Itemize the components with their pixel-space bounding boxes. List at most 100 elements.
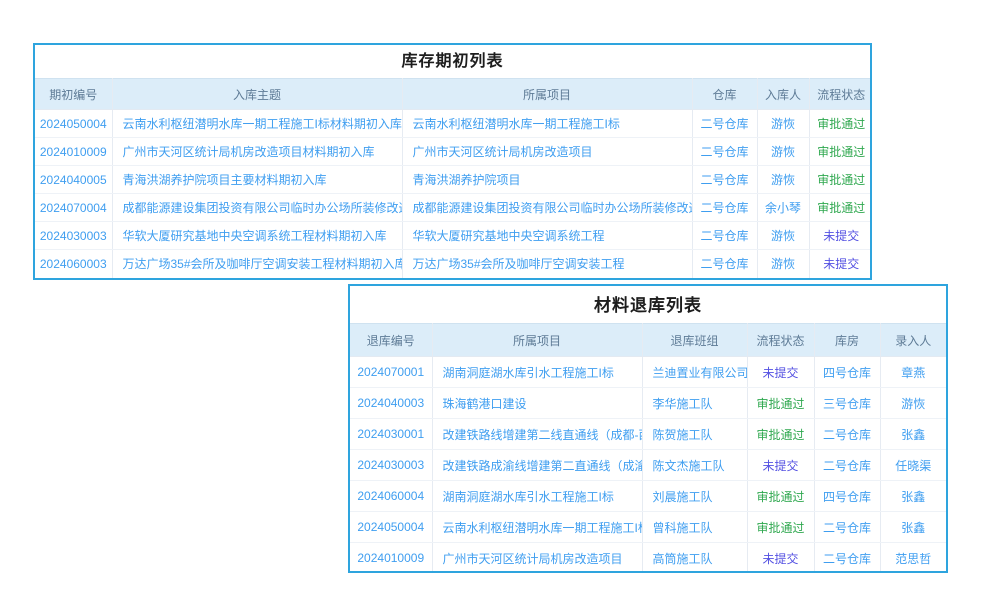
table-row: 2024060004湖南洞庭湖水库引水工程施工I标刘晨施工队审批通过四号仓库张鑫 [350, 481, 946, 512]
table-cell-link[interactable]: 二号仓库 [692, 138, 757, 166]
material-return-title: 材料退库列表 [350, 286, 946, 323]
table-cell-link[interactable]: 2024070001 [350, 357, 432, 388]
table-cell-link[interactable]: 二号仓库 [814, 543, 880, 574]
status-badge: 未提交 [747, 450, 814, 481]
table-cell-link[interactable]: 游恢 [757, 250, 809, 278]
status-badge: 未提交 [747, 543, 814, 574]
table-row: 2024010009广州市天河区统计局机房改造项目材料期初入库广州市天河区统计局… [35, 138, 872, 166]
table-cell-link[interactable]: 2024040003 [350, 388, 432, 419]
initial-inventory-panel: 库存期初列表 期初编号入库主题所属项目仓库入库人流程状态2024050004云南… [33, 43, 872, 280]
table-row: 2024030003改建铁路成渝线增建第二直通线（成渝...陈文杰施工队未提交二… [350, 450, 946, 481]
table-cell-link[interactable]: 章燕 [880, 357, 946, 388]
table-cell-link[interactable]: 刘晨施工队 [642, 481, 747, 512]
table-row: 2024030001改建铁路线增建第二线直通线（成都-西...陈贺施工队审批通过… [350, 419, 946, 450]
table-cell-link[interactable]: 万达广场35#会所及咖啡厅空调安装工程材料期初入库 [112, 250, 402, 278]
status-badge: 未提交 [747, 357, 814, 388]
status-badge: 审批通过 [809, 166, 872, 194]
column-header: 退库编号 [350, 324, 432, 357]
table-cell-link[interactable]: 改建铁路成渝线增建第二直通线（成渝... [432, 450, 642, 481]
table-cell-link[interactable]: 二号仓库 [814, 419, 880, 450]
table-cell-link[interactable]: 广州市天河区统计局机房改造项目 [402, 138, 692, 166]
table-cell-link[interactable]: 陈贺施工队 [642, 419, 747, 450]
status-badge: 审批通过 [747, 388, 814, 419]
material-return-table: 退库编号所属项目退库班组流程状态库房录入人2024070001湖南洞庭湖水库引水… [350, 323, 946, 573]
table-cell-link[interactable]: 兰迪置业有限公司 [642, 357, 747, 388]
table-cell-link[interactable]: 云南水利枢纽潜明水库一期工程施工I标 [402, 110, 692, 138]
table-cell-link[interactable]: 青海洪湖养护院项目 [402, 166, 692, 194]
table-row: 2024040003珠海鹤港口建设李华施工队审批通过三号仓库游恢 [350, 388, 946, 419]
table-cell-link[interactable]: 青海洪湖养护院项目主要材料期初入库 [112, 166, 402, 194]
table-cell-link[interactable]: 广州市天河区统计局机房改造项目材料期初入库 [112, 138, 402, 166]
table-cell-link[interactable]: 余小琴 [757, 194, 809, 222]
table-cell-link[interactable]: 湖南洞庭湖水库引水工程施工I标 [432, 481, 642, 512]
table-cell-link[interactable]: 游恢 [757, 110, 809, 138]
table-cell-link[interactable]: 万达广场35#会所及咖啡厅空调安装工程 [402, 250, 692, 278]
table-cell-link[interactable]: 改建铁路线增建第二线直通线（成都-西... [432, 419, 642, 450]
table-row: 2024010009广州市天河区统计局机房改造项目高筒施工队未提交二号仓库范思哲 [350, 543, 946, 574]
column-header: 退库班组 [642, 324, 747, 357]
column-header: 期初编号 [35, 79, 112, 110]
table-cell-link[interactable]: 2024030003 [35, 222, 112, 250]
table-cell-link[interactable]: 2024050004 [35, 110, 112, 138]
table-cell-link[interactable]: 游恢 [757, 166, 809, 194]
table-cell-link[interactable]: 云南水利枢纽潜明水库一期工程施工I标材料期初入库 [112, 110, 402, 138]
column-header: 录入人 [880, 324, 946, 357]
table-cell-link[interactable]: 范思哲 [880, 543, 946, 574]
table-cell-link[interactable]: 张鑫 [880, 512, 946, 543]
status-badge: 审批通过 [809, 110, 872, 138]
status-badge: 审批通过 [747, 512, 814, 543]
table-cell-link[interactable]: 四号仓库 [814, 357, 880, 388]
status-badge: 审批通过 [747, 419, 814, 450]
table-cell-link[interactable]: 2024050004 [350, 512, 432, 543]
header-row: 退库编号所属项目退库班组流程状态库房录入人 [350, 324, 946, 357]
table-cell-link[interactable]: 二号仓库 [814, 512, 880, 543]
table-cell-link[interactable]: 二号仓库 [692, 110, 757, 138]
column-header: 仓库 [692, 79, 757, 110]
table-cell-link[interactable]: 2024010009 [35, 138, 112, 166]
status-badge: 审批通过 [747, 481, 814, 512]
table-cell-link[interactable]: 陈文杰施工队 [642, 450, 747, 481]
table-row: 2024040005青海洪湖养护院项目主要材料期初入库青海洪湖养护院项目二号仓库… [35, 166, 872, 194]
table-cell-link[interactable]: 2024040005 [35, 166, 112, 194]
column-header: 所属项目 [402, 79, 692, 110]
table-cell-link[interactable]: 李华施工队 [642, 388, 747, 419]
table-cell-link[interactable]: 张鑫 [880, 419, 946, 450]
table-cell-link[interactable]: 张鑫 [880, 481, 946, 512]
table-cell-link[interactable]: 四号仓库 [814, 481, 880, 512]
table-cell-link[interactable]: 2024030003 [350, 450, 432, 481]
column-header: 入库人 [757, 79, 809, 110]
table-cell-link[interactable]: 曾科施工队 [642, 512, 747, 543]
table-cell-link[interactable]: 二号仓库 [814, 450, 880, 481]
material-return-panel: 材料退库列表 退库编号所属项目退库班组流程状态库房录入人2024070001湖南… [348, 284, 948, 573]
table-cell-link[interactable]: 成都能源建设集团投资有限公司临时办公场所装修改造工程EPC... [112, 194, 402, 222]
status-badge: 未提交 [809, 222, 872, 250]
table-cell-link[interactable]: 华软大厦研究基地中央空调系统工程 [402, 222, 692, 250]
table-cell-link[interactable]: 成都能源建设集团投资有限公司临时办公场所装修改造工程... [402, 194, 692, 222]
table-cell-link[interactable]: 2024070004 [35, 194, 112, 222]
table-cell-link[interactable]: 广州市天河区统计局机房改造项目 [432, 543, 642, 574]
status-badge: 审批通过 [809, 194, 872, 222]
table-cell-link[interactable]: 2024060004 [350, 481, 432, 512]
table-row: 2024050004云南水利枢纽潜明水库一期工程施工I标曾科施工队审批通过二号仓… [350, 512, 946, 543]
table-cell-link[interactable]: 二号仓库 [692, 222, 757, 250]
table-cell-link[interactable]: 任晓渠 [880, 450, 946, 481]
table-cell-link[interactable]: 云南水利枢纽潜明水库一期工程施工I标 [432, 512, 642, 543]
column-header: 流程状态 [747, 324, 814, 357]
table-cell-link[interactable]: 游恢 [880, 388, 946, 419]
table-cell-link[interactable]: 二号仓库 [692, 250, 757, 278]
table-cell-link[interactable]: 高筒施工队 [642, 543, 747, 574]
initial-inventory-table: 期初编号入库主题所属项目仓库入库人流程状态2024050004云南水利枢纽潜明水… [35, 78, 872, 278]
table-cell-link[interactable]: 湖南洞庭湖水库引水工程施工I标 [432, 357, 642, 388]
table-cell-link[interactable]: 二号仓库 [692, 194, 757, 222]
table-cell-link[interactable]: 游恢 [757, 138, 809, 166]
table-cell-link[interactable]: 游恢 [757, 222, 809, 250]
table-cell-link[interactable]: 三号仓库 [814, 388, 880, 419]
table-row: 2024030003华软大厦研究基地中央空调系统工程材料期初入库华软大厦研究基地… [35, 222, 872, 250]
status-badge: 审批通过 [809, 138, 872, 166]
table-cell-link[interactable]: 二号仓库 [692, 166, 757, 194]
table-cell-link[interactable]: 珠海鹤港口建设 [432, 388, 642, 419]
table-cell-link[interactable]: 华软大厦研究基地中央空调系统工程材料期初入库 [112, 222, 402, 250]
table-cell-link[interactable]: 2024010009 [350, 543, 432, 574]
table-cell-link[interactable]: 2024060003 [35, 250, 112, 278]
table-cell-link[interactable]: 2024030001 [350, 419, 432, 450]
